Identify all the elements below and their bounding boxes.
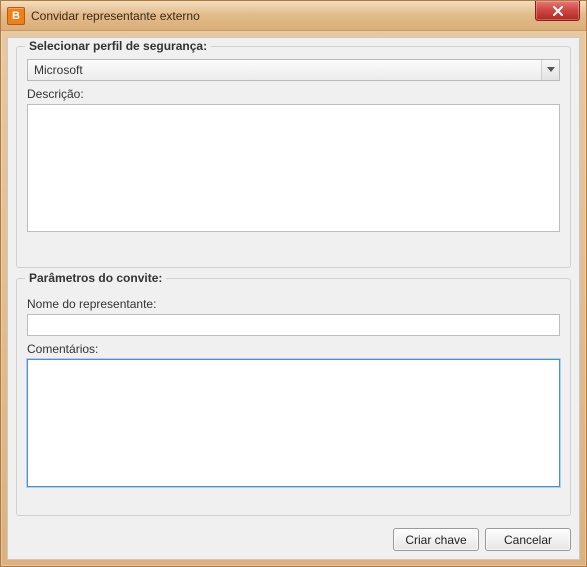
dialog-window: B Convidar representante externo Selecio…: [0, 0, 587, 567]
group-invite-legend: Parâmetros do convite:: [25, 271, 166, 285]
title-bar: B Convidar representante externo: [1, 1, 586, 31]
comments-textarea[interactable]: [27, 359, 560, 487]
group-invite-params: Parâmetros do convite: Nome do represent…: [16, 278, 571, 516]
cancel-button[interactable]: Cancelar: [485, 528, 571, 551]
client-area: Selecionar perfil de segurança: Microsof…: [7, 37, 580, 560]
security-profile-selected: Microsoft: [34, 63, 83, 77]
combo-dropdown-button[interactable]: [541, 60, 559, 80]
create-key-button[interactable]: Criar chave: [393, 528, 479, 551]
rep-name-label: Nome do representante:: [27, 297, 560, 311]
description-label: Descrição:: [27, 87, 560, 101]
window-title: Convidar representante externo: [31, 9, 200, 23]
close-icon: [553, 6, 563, 16]
group-security-profile: Selecionar perfil de segurança: Microsof…: [16, 46, 571, 268]
security-profile-combo[interactable]: Microsoft: [27, 59, 560, 81]
group-security-legend: Selecionar perfil de segurança:: [25, 39, 211, 53]
app-icon: B: [7, 7, 25, 25]
rep-name-input[interactable]: [27, 314, 560, 336]
app-icon-letter: B: [12, 10, 20, 22]
description-textarea[interactable]: [27, 104, 560, 232]
close-button[interactable]: [535, 1, 580, 21]
button-row: Criar chave Cancelar: [16, 518, 571, 551]
chevron-down-icon: [547, 67, 555, 73]
comments-label: Comentários:: [27, 342, 560, 356]
